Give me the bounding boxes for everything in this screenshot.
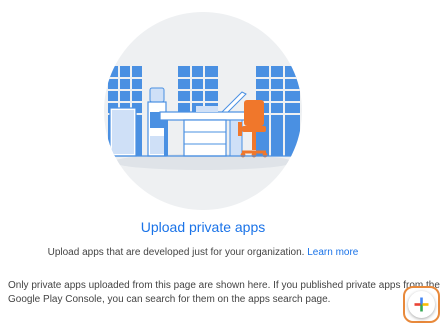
add-app-button[interactable] [408, 291, 435, 318]
private-apps-page: Upload private apps Upload apps that are… [0, 0, 448, 332]
info-line-2: Google Play Console, you can search for … [8, 294, 331, 305]
empty-state-subtitle: Upload apps that are developed just for … [0, 246, 406, 260]
empty-state-title: Upload private apps [140, 219, 266, 235]
learn-more-link[interactable]: Learn more [307, 247, 358, 258]
subtitle-text: Upload apps that are developed just for … [47, 247, 305, 258]
private-apps-info: Only private apps uploaded from this pag… [8, 279, 440, 307]
office-illustration [104, 66, 302, 170]
plus-icon [414, 297, 429, 312]
empty-state-illustration [104, 12, 302, 210]
add-app-button-highlight [403, 286, 440, 323]
info-line-1: Only private apps uploaded from this pag… [8, 280, 440, 291]
